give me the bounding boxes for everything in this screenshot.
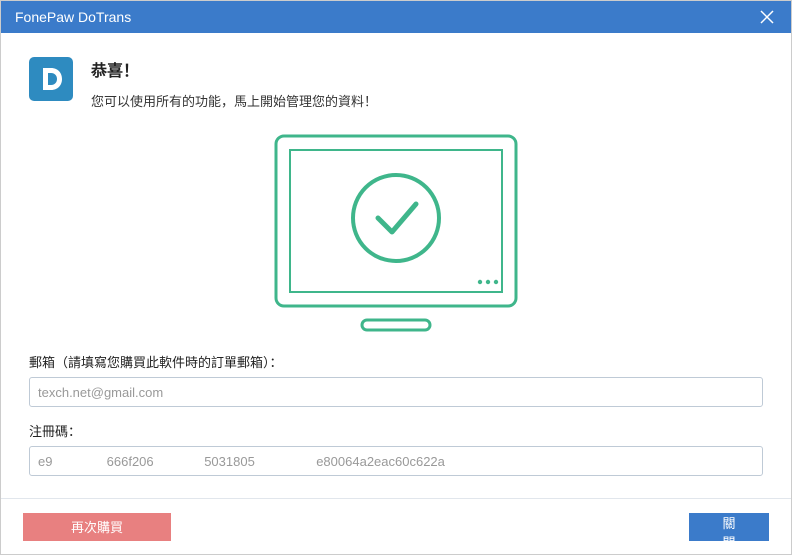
close-icon bbox=[760, 10, 774, 24]
congrats-subtitle: 您可以使用所有的功能，馬上開始管理您的資料！ bbox=[91, 91, 377, 110]
form-section: 郵箱（請填寫您購買此軟件時的訂單郵箱）： 注冊碼： bbox=[29, 352, 763, 490]
main-content: 恭喜！ 您可以使用所有的功能，馬上開始管理您的資料！ 郵箱（請填寫您購買此軟件時… bbox=[1, 33, 791, 490]
close-button[interactable]: 關閉 bbox=[689, 513, 769, 541]
registration-code-field[interactable] bbox=[29, 446, 763, 476]
congrats-title: 恭喜！ bbox=[91, 57, 377, 81]
window-close-button[interactable] bbox=[753, 3, 781, 31]
window-title: FonePaw DoTrans bbox=[15, 9, 131, 25]
email-field[interactable] bbox=[29, 377, 763, 407]
logo-icon bbox=[36, 64, 66, 94]
titlebar: FonePaw DoTrans bbox=[1, 1, 791, 33]
header-text: 恭喜！ 您可以使用所有的功能，馬上開始管理您的資料！ bbox=[91, 57, 377, 110]
footer: 再次購買 關閉 bbox=[1, 498, 791, 554]
success-illustration bbox=[266, 132, 526, 342]
header-row: 恭喜！ 您可以使用所有的功能，馬上開始管理您的資料！ bbox=[29, 57, 763, 110]
email-label: 郵箱（請填寫您購買此軟件時的訂單郵箱）： bbox=[29, 352, 763, 371]
buy-again-button[interactable]: 再次購買 bbox=[23, 513, 171, 541]
code-label: 注冊碼： bbox=[29, 421, 763, 440]
app-logo bbox=[29, 57, 73, 101]
